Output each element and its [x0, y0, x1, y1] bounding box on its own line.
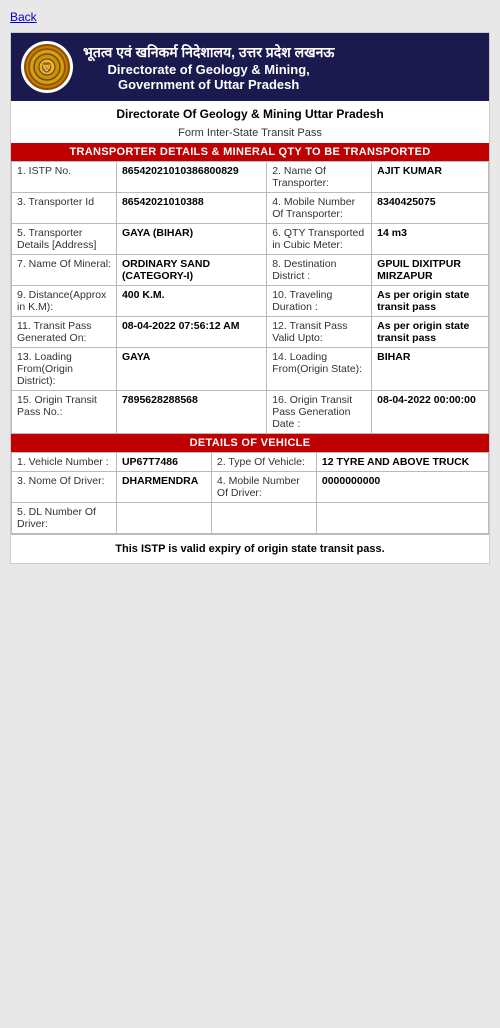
field-label: 15. Origin Transit Pass No.:	[12, 391, 117, 434]
table-row: 3. Nome Of Driver: DHARMENDRA 4. Mobile …	[12, 472, 489, 503]
field-label: 2. Name Of Transporter:	[267, 162, 372, 193]
field-label: 6. QTY Transported in Cubic Meter:	[267, 224, 372, 255]
field-value: 08-04-2022 00:00:00	[372, 391, 489, 434]
field-value: GAYA (BIHAR)	[116, 224, 266, 255]
field-value: DHARMENDRA	[116, 472, 211, 503]
field-value: 08-04-2022 07:56:12 AM	[116, 317, 266, 348]
field-value: 7895628288568	[116, 391, 266, 434]
field-value: 86542021010388	[116, 193, 266, 224]
field-label: 2. Type Of Vehicle:	[211, 453, 316, 472]
table-row: 7. Name Of Mineral: ORDINARY SAND (CATEG…	[12, 255, 489, 286]
field-label: 5. Transporter Details [Address]	[12, 224, 117, 255]
header-text-block: भूतत्व एवं खनिकर्म निदेशालय, उत्तर प्रदे…	[83, 43, 334, 92]
header-section: 🦁 भूतत्व एवं खनिकर्म निदेशालय, उत्तर प्र…	[11, 33, 489, 101]
field-value: AJIT KUMAR	[372, 162, 489, 193]
field-value: GPUIL DIXITPUR MIRZAPUR	[372, 255, 489, 286]
field-value: 86542021010386800829	[116, 162, 266, 193]
field-label: 1. ISTP No.	[12, 162, 117, 193]
header-hindi: भूतत्व एवं खनिकर्म निदेशालय, उत्तर प्रदे…	[83, 43, 334, 62]
field-value: As per origin state transit pass	[372, 286, 489, 317]
field-label: 7. Name Of Mineral:	[12, 255, 117, 286]
field-label: 3. Nome Of Driver:	[12, 472, 117, 503]
field-label: 9. Distance(Approx in K.M):	[12, 286, 117, 317]
field-value: UP67T7486	[116, 453, 211, 472]
sub-header: Directorate Of Geology & Mining Uttar Pr…	[11, 101, 489, 127]
field-label: 8. Destination District :	[267, 255, 372, 286]
field-value: 12 TYRE AND ABOVE TRUCK	[316, 453, 488, 472]
field-value: 0000000000	[316, 472, 488, 503]
transporter-table: 1. ISTP No. 86542021010386800829 2. Name…	[11, 161, 489, 434]
footer-note: This ISTP is valid expiry of origin stat…	[11, 534, 489, 563]
field-label: 4. Mobile Number Of Transporter:	[267, 193, 372, 224]
table-row: 5. DL Number Of Driver:	[12, 503, 489, 534]
field-label: 11. Transit Pass Generated On:	[12, 317, 117, 348]
table-row: 3. Transporter Id 86542021010388 4. Mobi…	[12, 193, 489, 224]
field-value: As per origin state transit pass	[372, 317, 489, 348]
table-row: 15. Origin Transit Pass No.: 78956282885…	[12, 391, 489, 434]
logo-emblem: 🦁	[24, 44, 70, 90]
field-label: 14. Loading From(Origin State):	[267, 348, 372, 391]
section1-header: Transporter Details & Mineral QTY to be …	[11, 143, 489, 161]
form-title: Form Inter-State Transit Pass	[11, 127, 489, 143]
field-label: 10. Traveling Duration :	[267, 286, 372, 317]
vehicle-table: 1. Vehicle Number : UP67T7486 2. Type Of…	[11, 452, 489, 534]
field-value: GAYA	[116, 348, 266, 391]
main-card: 🦁 भूतत्व एवं खनिकर्म निदेशालय, उत्तर प्र…	[10, 32, 490, 564]
table-row: 1. ISTP No. 86542021010386800829 2. Name…	[12, 162, 489, 193]
empty-cell	[316, 503, 488, 534]
header-line1: Directorate of Geology & Mining,	[83, 62, 334, 77]
field-value	[116, 503, 211, 534]
field-value: 14 m3	[372, 224, 489, 255]
svg-text:🦁: 🦁	[41, 61, 53, 74]
field-value: ORDINARY SAND (CATEGORY-I)	[116, 255, 266, 286]
field-value: BIHAR	[372, 348, 489, 391]
header-line2: Government of Uttar Pradesh	[83, 77, 334, 92]
field-label: 4. Mobile Number Of Driver:	[211, 472, 316, 503]
field-label: 12. Transit Pass Valid Upto:	[267, 317, 372, 348]
field-label: 5. DL Number Of Driver:	[12, 503, 117, 534]
field-label: 13. Loading From(Origin District):	[12, 348, 117, 391]
field-value: 8340425075	[372, 193, 489, 224]
table-row: 5. Transporter Details [Address] GAYA (B…	[12, 224, 489, 255]
field-label: 16. Origin Transit Pass Generation Date …	[267, 391, 372, 434]
table-row: 13. Loading From(Origin District): GAYA …	[12, 348, 489, 391]
field-label: 1. Vehicle Number :	[12, 453, 117, 472]
table-row: 11. Transit Pass Generated On: 08-04-202…	[12, 317, 489, 348]
table-row: 1. Vehicle Number : UP67T7486 2. Type Of…	[12, 453, 489, 472]
section2-header: Details Of Vehicle	[11, 434, 489, 452]
logo: 🦁	[21, 41, 73, 93]
table-row: 9. Distance(Approx in K.M): 400 K.M. 10.…	[12, 286, 489, 317]
field-label: 3. Transporter Id	[12, 193, 117, 224]
back-link[interactable]: Back	[10, 10, 490, 24]
field-value: 400 K.M.	[116, 286, 266, 317]
empty-cell	[211, 503, 316, 534]
